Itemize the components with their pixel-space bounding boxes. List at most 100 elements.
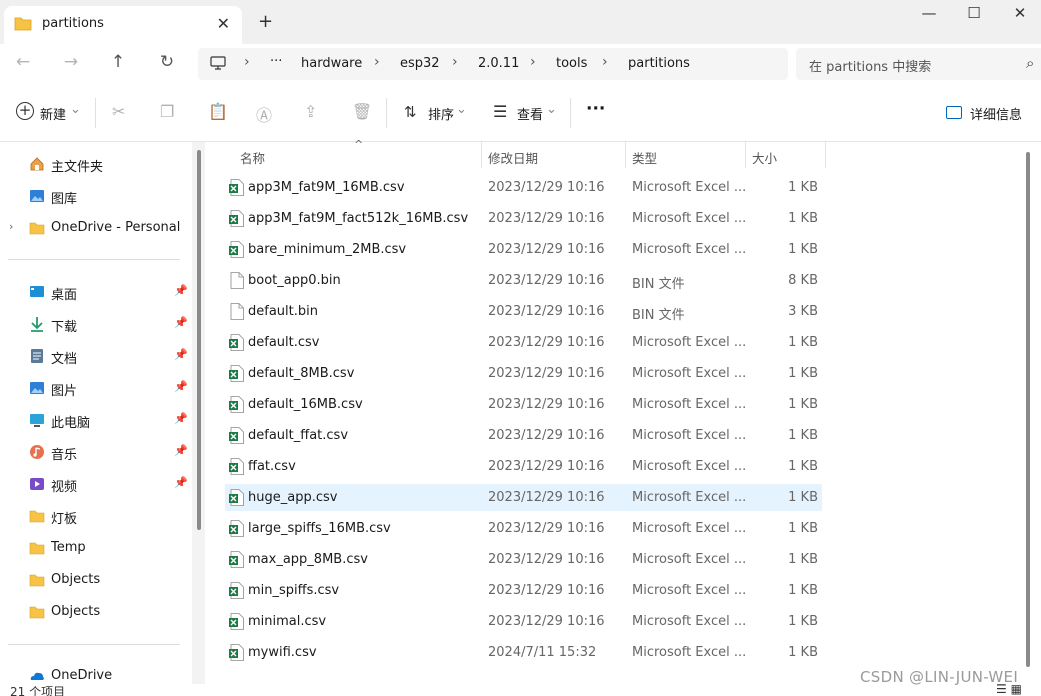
file-row[interactable]: ffat.csv 2023/12/29 10:16 Microsoft Excel …	[225, 453, 822, 480]
file-date: 2023/12/29 10:16	[488, 459, 605, 474]
breadcrumb-hardware[interactable]: hardware	[301, 56, 362, 71]
column-size-header[interactable]: 大小	[752, 148, 777, 167]
breadcrumb-tools[interactable]: tools	[556, 56, 587, 71]
file-type: Microsoft Excel ...	[632, 428, 747, 443]
refresh-button[interactable]: ↻	[155, 52, 179, 72]
folder-icon	[29, 606, 45, 619]
pin-icon[interactable]: 📌	[174, 380, 188, 393]
close-tab-icon[interactable]: ✕	[217, 14, 230, 33]
pin-icon[interactable]: 📌	[174, 444, 188, 457]
column-divider[interactable]	[825, 142, 826, 168]
column-type-header[interactable]: 类型	[632, 148, 657, 167]
file-row[interactable]: default_16MB.csv 2023/12/29 10:16 Microsof…	[225, 391, 822, 418]
view-button[interactable]: 查看	[517, 104, 543, 123]
file-row[interactable]: huge_app.csv 2023/12/29 10:16 Microsoft Ex…	[225, 484, 822, 511]
pin-icon[interactable]: 📌	[174, 284, 188, 297]
excel-file-icon	[229, 520, 244, 537]
pin-icon[interactable]: 📌	[174, 412, 188, 425]
document-icon	[31, 349, 43, 363]
forward-button[interactable]: →	[59, 52, 83, 72]
file-row[interactable]: default_ffat.csv 2023/12/29 10:16 Microsof…	[225, 422, 822, 449]
breadcrumb-partitions[interactable]: partitions	[628, 56, 690, 71]
sort-button[interactable]: 排序	[428, 104, 454, 123]
expand-chevron-icon[interactable]: ›	[9, 220, 13, 233]
cut-icon[interactable]: ✂	[112, 102, 125, 121]
sidebar-item-desktop[interactable]: 桌面 📌	[0, 278, 192, 306]
sidebar-item-objects[interactable]: Objects	[0, 566, 192, 594]
file-size: 3 KB	[788, 304, 818, 319]
address-bar[interactable]: › ··· hardware › esp32 › 2.0.11 › tools …	[198, 48, 788, 80]
excel-file-icon	[229, 396, 244, 413]
column-divider[interactable]	[481, 142, 482, 168]
sidebar-item-this-pc[interactable]: 此电脑 📌	[0, 406, 192, 434]
delete-icon[interactable]: 🗑	[352, 102, 372, 121]
sidebar-item-onedrive-personal[interactable]: › OneDrive - Personal	[0, 214, 192, 242]
new-tab-button[interactable]: +	[258, 11, 273, 32]
breadcrumb-overflow[interactable]: ···	[270, 54, 282, 69]
column-name-header[interactable]: 名称	[240, 148, 265, 167]
file-type: Microsoft Excel ...	[632, 583, 747, 598]
copy-icon[interactable]: ❐	[160, 102, 174, 121]
pin-icon[interactable]: 📌	[174, 476, 188, 489]
tab-partitions[interactable]: partitions ✕	[4, 6, 242, 44]
close-window-button[interactable]: ✕	[1000, 4, 1040, 22]
folder-icon	[29, 222, 45, 235]
navigation-row: ← → ↑ ↻ › ··· hardware › esp32 › 2.0.11 …	[0, 44, 1041, 84]
sidebar-item-music[interactable]: 音乐 📌	[0, 438, 192, 466]
breadcrumb-version[interactable]: 2.0.11	[478, 56, 519, 71]
file-size: 1 KB	[788, 645, 818, 660]
back-button[interactable]: ←	[11, 52, 35, 72]
sidebar-item-gallery[interactable]: 图库	[0, 182, 192, 210]
up-button[interactable]: ↑	[106, 52, 130, 72]
new-button[interactable]: 新建	[40, 104, 66, 123]
sidebar-item-documents[interactable]: 文档 📌	[0, 342, 192, 370]
sidebar-item-pictures[interactable]: 图片 📌	[0, 374, 192, 402]
file-type: Microsoft Excel ...	[632, 552, 747, 567]
search-box[interactable]: 在 partitions 中搜索 ⌕	[796, 48, 1041, 80]
file-row[interactable]: boot_app0.bin 2023/12/29 10:16 BIN 文件 8 KB	[225, 267, 822, 294]
file-row[interactable]: default.bin 2023/12/29 10:16 BIN 文件 3 KB	[225, 298, 822, 325]
file-date: 2023/12/29 10:16	[488, 366, 605, 381]
file-row[interactable]: mywifi.csv 2024/7/11 15:32 Microsoft Excel…	[225, 639, 822, 666]
file-row[interactable]: default_8MB.csv 2023/12/29 10:16 Microsoft…	[225, 360, 822, 387]
sidebar-item-objects[interactable]: Objects	[0, 598, 192, 626]
pin-icon[interactable]: 📌	[174, 316, 188, 329]
rename-icon[interactable]: Ⓐ	[256, 102, 272, 126]
column-divider[interactable]	[745, 142, 746, 168]
breadcrumb-separator: ›	[374, 54, 380, 70]
sidebar-item-dengban[interactable]: 灯板	[0, 502, 192, 530]
sidebar-item-downloads[interactable]: 下载 📌	[0, 310, 192, 338]
sidebar-item-videos[interactable]: 视频 📌	[0, 470, 192, 498]
home-icon	[30, 157, 44, 171]
file-type: Microsoft Excel ...	[632, 521, 747, 536]
minimize-button[interactable]: —	[909, 4, 949, 22]
command-bar: + 新建 ⌄ ✂ ❐ 📋 Ⓐ ⇪ 🗑 ⇅ 排序 ⌄ ☰ 查看 ⌄ ··· 详细信…	[0, 84, 1041, 142]
sidebar-item-temp[interactable]: Temp	[0, 534, 192, 562]
file-type: Microsoft Excel ...	[632, 397, 747, 412]
file-list-scrollbar[interactable]	[1026, 152, 1030, 667]
folder-icon	[14, 17, 32, 31]
column-date-header[interactable]: 修改日期	[488, 148, 538, 167]
file-row[interactable]: min_spiffs.csv 2023/12/29 10:16 Microsoft …	[225, 577, 822, 604]
file-row[interactable]: large_spiffs_16MB.csv 2023/12/29 10:16 Mic…	[225, 515, 822, 542]
sidebar-item-home[interactable]: 主文件夹	[0, 150, 192, 178]
onedrive-icon	[30, 672, 44, 680]
maximize-button[interactable]: ☐	[954, 4, 994, 22]
file-row[interactable]: default.csv 2023/12/29 10:16 Microsoft Exc…	[225, 329, 822, 356]
file-row[interactable]: minimal.csv 2023/12/29 10:16 Microsoft Exc…	[225, 608, 822, 635]
paste-icon[interactable]: 📋	[208, 102, 228, 121]
pin-icon[interactable]: 📌	[174, 348, 188, 361]
file-row[interactable]: app3M_fat9M_16MB.csv 2023/12/29 10:16 Micr…	[225, 174, 822, 201]
sidebar-scrollbar[interactable]	[197, 150, 201, 530]
file-type: Microsoft Excel ...	[632, 242, 747, 257]
file-row[interactable]: max_app_8MB.csv 2023/12/29 10:16 Microsoft…	[225, 546, 822, 573]
details-button[interactable]: 详细信息	[970, 104, 1022, 123]
more-options-button[interactable]: ···	[586, 99, 605, 119]
file-type: Microsoft Excel ...	[632, 335, 747, 350]
share-icon[interactable]: ⇪	[304, 102, 317, 121]
file-row[interactable]: app3M_fat9M_fact512k_16MB.csv 2023/12/29 …	[225, 205, 822, 232]
breadcrumb-esp32[interactable]: esp32	[400, 56, 440, 71]
column-divider[interactable]	[625, 142, 626, 168]
file-date: 2023/12/29 10:16	[488, 552, 605, 567]
file-row[interactable]: bare_minimum_2MB.csv 2023/12/29 10:16 Micr…	[225, 236, 822, 263]
